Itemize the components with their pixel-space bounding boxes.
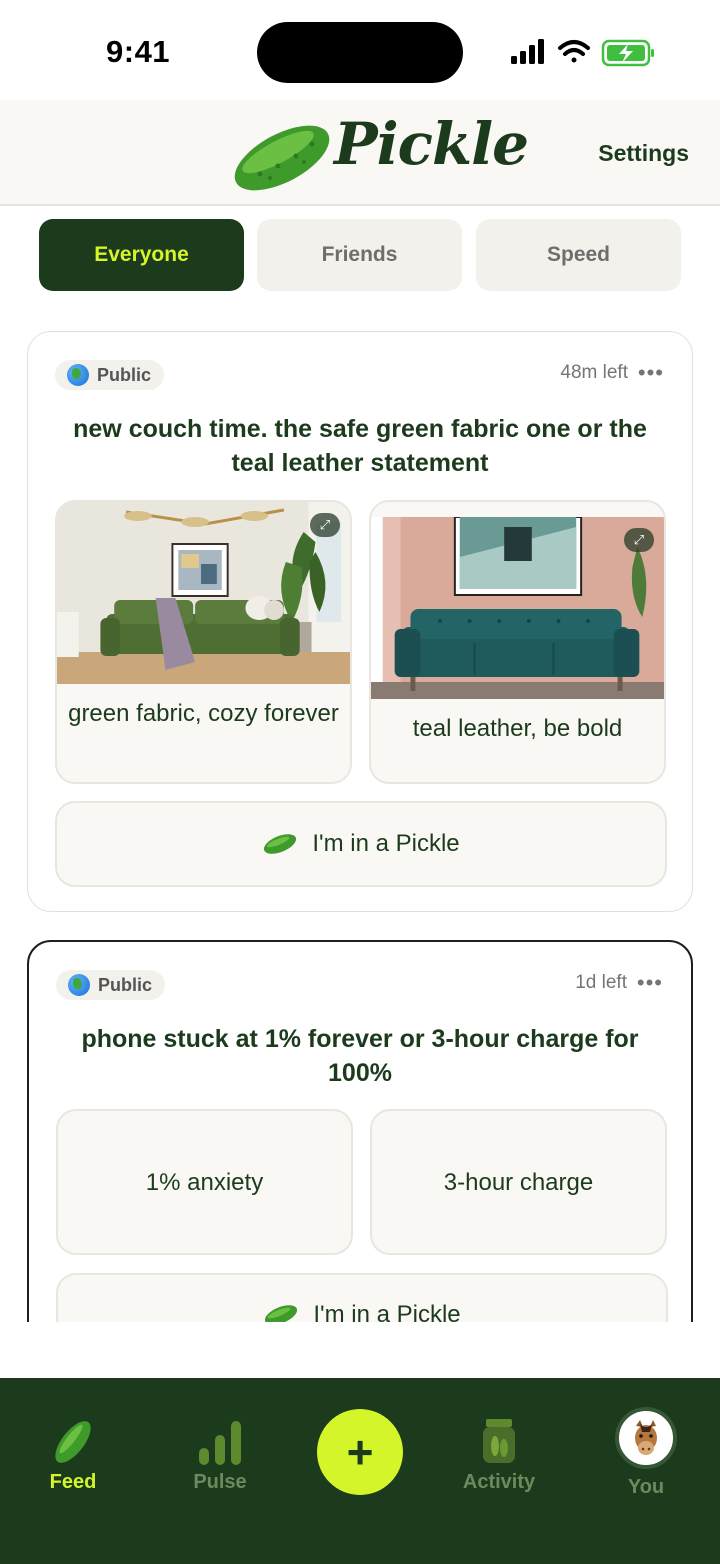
visibility-label: Public: [97, 364, 152, 385]
green-sofa-photo: [57, 502, 350, 684]
horse-avatar[interactable]: [615, 1407, 677, 1469]
option-card[interactable]: ⤢ teal leather, be bold: [369, 500, 666, 784]
option-label: 1% anxiety: [145, 1169, 264, 1196]
nav-activity[interactable]: Activity: [429, 1378, 569, 1528]
pickle-logo[interactable]: Pickle: [230, 106, 529, 198]
post-question: new couch time. the safe green fabric on…: [73, 415, 647, 477]
nav-label: Feed: [49, 1471, 97, 1493]
feed-list[interactable]: Public 48m left ••• new couch time. the …: [0, 300, 720, 1322]
option-label: 3-hour charge: [443, 1169, 594, 1196]
horse-face-icon: [635, 1420, 657, 1455]
pickle-icon: [55, 1421, 91, 1463]
settings-button[interactable]: Settings: [598, 140, 689, 167]
globe-icon: [68, 974, 90, 996]
cellular-signal-icon: [511, 39, 544, 64]
nav-feed[interactable]: Feed: [3, 1378, 143, 1528]
expand-image-icon[interactable]: ⤢: [310, 513, 340, 537]
tab-speed[interactable]: Speed: [476, 219, 681, 291]
post-question: phone stuck at 1% forever or 3-hour char…: [81, 1025, 639, 1087]
option-label: teal leather, be bold: [412, 715, 623, 742]
status-time: 9:41: [106, 34, 171, 69]
nav-you-label[interactable]: You: [576, 1476, 716, 1499]
option-label: green fabric, cozy forever: [68, 700, 339, 727]
status-bar: 9:41: [0, 0, 720, 100]
time-left: 1d left: [575, 972, 627, 993]
status-icons: [511, 39, 654, 67]
visibility-badge: Public: [55, 360, 165, 390]
time-left: 48m left: [560, 362, 628, 383]
pickle-icon: [265, 1305, 298, 1322]
wifi-icon: [558, 40, 590, 63]
pickle-logo-icon: [234, 125, 330, 191]
im-in-a-pickle-button[interactable]: I'm in a Pickle: [55, 801, 667, 887]
post-card: Public 1d left ••• phone stuck at 1% for…: [27, 940, 693, 1322]
pickle-button-label: I'm in a Pickle: [313, 1301, 461, 1322]
tab-everyone[interactable]: Everyone: [39, 219, 244, 291]
logo-text: Pickle: [334, 110, 529, 178]
option-card[interactable]: ⤢ green fabric, cozy forever: [55, 500, 352, 784]
create-post-button[interactable]: +: [317, 1409, 403, 1495]
expand-image-icon[interactable]: ⤢: [624, 528, 654, 552]
bar-chart-icon: [199, 1421, 241, 1465]
more-options-icon[interactable]: •••: [637, 972, 663, 994]
option-card[interactable]: 1% anxiety: [56, 1109, 353, 1255]
dynamic-island: [257, 22, 463, 83]
more-options-icon[interactable]: •••: [638, 362, 664, 384]
nav-label: Pulse: [193, 1471, 247, 1493]
visibility-badge: Public: [56, 970, 166, 1000]
pickle-jar-icon: [483, 1419, 515, 1463]
nav-pulse[interactable]: Pulse: [150, 1378, 290, 1528]
teal-sofa-photo: [371, 517, 664, 699]
im-in-a-pickle-button[interactable]: I'm in a Pickle: [56, 1273, 668, 1322]
visibility-label: Public: [98, 974, 153, 995]
globe-icon: [67, 364, 89, 386]
bottom-nav: Feed Pulse + Activity You: [0, 1378, 720, 1564]
battery-charging-icon: [601, 39, 654, 67]
option-card[interactable]: 3-hour charge: [370, 1109, 667, 1255]
pickle-button-label: I'm in a Pickle: [312, 830, 460, 857]
post-card: Public 48m left ••• new couch time. the …: [27, 331, 693, 912]
tab-friends[interactable]: Friends: [257, 219, 462, 291]
pickle-icon: [264, 834, 297, 854]
app-header: Pickle Settings: [0, 100, 720, 206]
nav-label: Activity: [462, 1471, 536, 1493]
feed-filter-tabs: Everyone Friends Speed: [39, 219, 681, 291]
